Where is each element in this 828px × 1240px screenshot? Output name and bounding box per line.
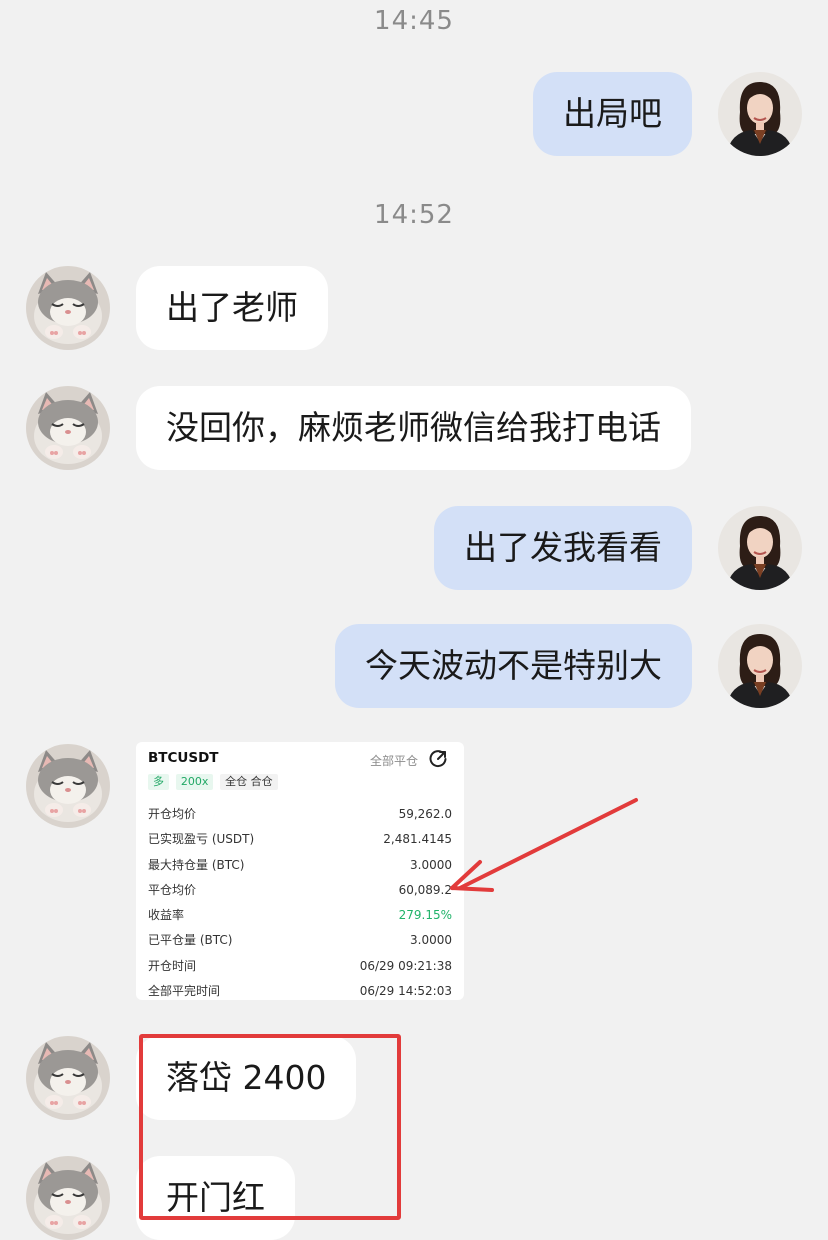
incoming-message-bubble[interactable]: 没回你，麻烦老师微信给我打电话: [136, 386, 691, 470]
position-tags: 多 200x 全仓 合仓: [148, 774, 452, 792]
row-value: 06/29 14:52:03: [359, 984, 452, 999]
row-label: 收益率: [148, 908, 185, 923]
row-label: 开仓均价: [148, 807, 197, 821]
detail-row: 开仓时间 06/29 09:21:38: [148, 954, 452, 979]
kitten-avatar[interactable]: [26, 1036, 110, 1120]
trade-symbol: BTCUSDT: [148, 750, 219, 766]
detail-row: 已实现盈亏 (USDT) 2,481.4145: [148, 827, 452, 852]
row-value: 279.15%: [398, 908, 452, 923]
detail-row: 全部平完时间 06/29 14:52:03: [148, 979, 452, 1004]
kitten-avatar[interactable]: [26, 1156, 110, 1240]
red-arrow-annotation: [450, 798, 638, 892]
timestamp: 14:52: [374, 200, 454, 230]
incoming-message-bubble[interactable]: 出了老师: [136, 266, 328, 350]
woman-portrait-avatar[interactable]: [718, 506, 802, 590]
outgoing-message-bubble[interactable]: 今天波动不是特别大: [335, 624, 692, 708]
share-icon: [429, 750, 447, 768]
detail-row: 已平仓量 (BTC) 3.0000: [148, 928, 452, 953]
row-value: 06/29 09:21:38: [359, 958, 452, 973]
detail-row: 开仓均价 59,262.0: [148, 802, 452, 827]
trade-result-card[interactable]: BTCUSDT 全部平仓 多 200x 全仓 合仓 开仓均价 59,262.0 已…: [136, 742, 464, 1000]
timestamp: 14:45: [374, 6, 454, 36]
row-label: 已实现盈亏 (USDT): [148, 832, 255, 847]
detail-row: 收益率 279.15%: [148, 903, 452, 928]
close-all-label: 全部平仓: [369, 754, 418, 768]
row-label: 开仓时间: [148, 958, 197, 973]
detail-row: 最大持仓量 (BTC) 3.0000: [148, 853, 452, 878]
margin-mode-tag: 全仓 合仓: [220, 774, 278, 790]
row-value: 3.0000: [410, 933, 452, 948]
red-highlight-box: [139, 1034, 401, 1220]
kitten-avatar[interactable]: [26, 266, 110, 350]
woman-portrait-avatar[interactable]: [718, 72, 802, 156]
kitten-avatar[interactable]: [26, 744, 110, 828]
long-tag: 多: [148, 774, 169, 790]
leverage-tag: 200x: [175, 774, 214, 790]
row-label: 已平仓量 (BTC): [148, 933, 233, 948]
outgoing-message-bubble[interactable]: 出了发我看看: [434, 506, 692, 590]
outgoing-message-bubble[interactable]: 出局吧: [533, 72, 692, 156]
woman-portrait-avatar[interactable]: [718, 624, 802, 708]
row-label: 全部平完时间: [148, 984, 221, 999]
row-label: 平仓均价: [148, 882, 197, 897]
row-label: 最大持仓量 (BTC): [148, 857, 245, 872]
detail-row: 平仓均价 60,089.2: [148, 878, 452, 903]
kitten-avatar[interactable]: [26, 386, 110, 470]
